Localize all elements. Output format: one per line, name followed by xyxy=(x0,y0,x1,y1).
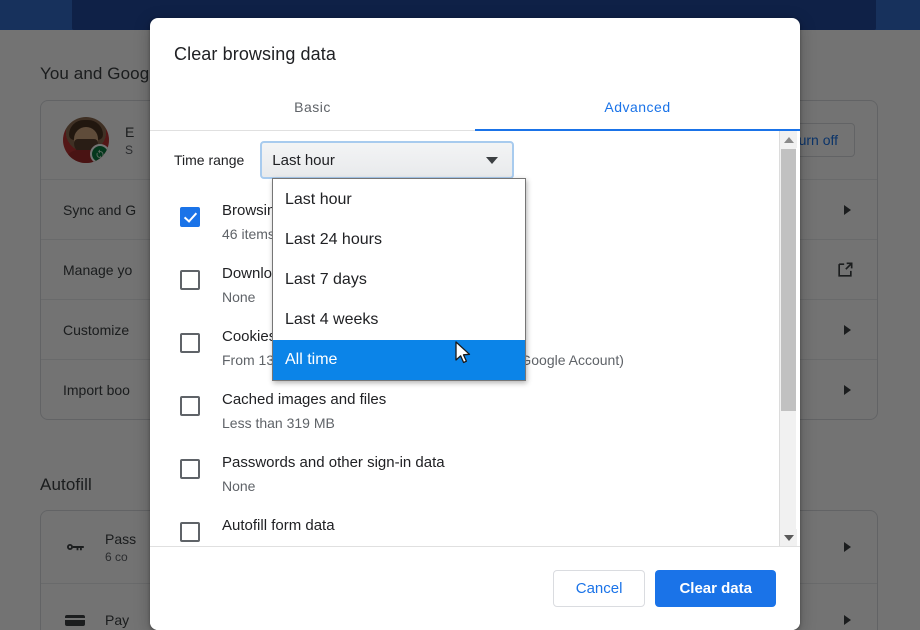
scrollbar-thumb[interactable] xyxy=(781,149,796,411)
dropdown-option-last-24-hours[interactable]: Last 24 hours xyxy=(273,220,525,260)
checkbox-download-history[interactable] xyxy=(180,270,200,290)
time-range-dropdown-popup[interactable]: Last hour Last 24 hours Last 7 days Last… xyxy=(272,178,526,381)
screen-root: You and Google E S xyxy=(0,0,920,630)
chevron-down-icon xyxy=(486,156,499,164)
tab-advanced[interactable]: Advanced xyxy=(475,83,800,131)
checkbox-cached-images[interactable] xyxy=(180,396,200,416)
time-range-selected-value: Last hour xyxy=(272,151,335,169)
checkbox-autofill-form-data[interactable] xyxy=(180,522,200,542)
time-range-label: Time range xyxy=(174,152,245,168)
cancel-button[interactable]: Cancel xyxy=(552,570,646,607)
dialog-footer: Cancel Clear data xyxy=(150,546,800,630)
item-title: Autofill form data xyxy=(222,517,335,534)
scrollbar-up-button[interactable] xyxy=(780,131,797,148)
dropdown-option-all-time[interactable]: All time xyxy=(273,340,525,380)
dropdown-option-last-4-weeks[interactable]: Last 4 weeks xyxy=(273,300,525,340)
dialog-scrollbar[interactable] xyxy=(779,131,797,546)
scrollbar-down-button[interactable] xyxy=(780,529,797,546)
item-title: Passwords and other sign-in data xyxy=(222,454,445,471)
list-item-autofill-form-data[interactable]: Autofill form data xyxy=(174,506,776,546)
time-range-select[interactable]: Last hour xyxy=(260,141,515,179)
item-subtitle: Less than 319 MB xyxy=(222,415,335,431)
list-item-passwords[interactable]: Passwords and other sign-in data None xyxy=(174,443,776,506)
item-title: Cached images and files xyxy=(222,391,387,408)
tab-basic[interactable]: Basic xyxy=(150,83,475,131)
item-subtitle: None xyxy=(222,478,256,494)
dialog-tabs: Basic Advanced xyxy=(150,83,800,131)
checkbox-browsing-history[interactable] xyxy=(180,207,200,227)
list-item-cached-images[interactable]: Cached images and files Less than 319 MB xyxy=(174,380,776,443)
dropdown-option-last-hour[interactable]: Last hour xyxy=(273,180,525,220)
dropdown-option-last-7-days[interactable]: Last 7 days xyxy=(273,260,525,300)
checkbox-cookies[interactable] xyxy=(180,333,200,353)
dialog-title: Clear browsing data xyxy=(174,44,336,64)
checkbox-passwords[interactable] xyxy=(180,459,200,479)
clear-data-button[interactable]: Clear data xyxy=(655,570,776,607)
